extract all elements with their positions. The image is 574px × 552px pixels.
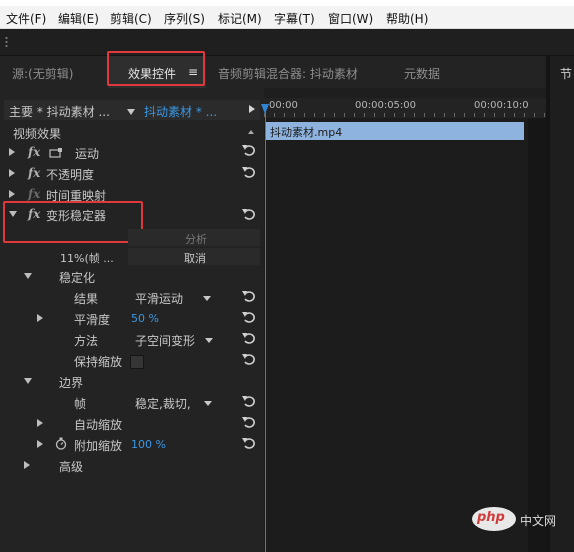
smoothness-value[interactable]: 50 % — [131, 312, 159, 325]
frame-label: 帧 — [74, 397, 87, 411]
scroll-up-icon[interactable] — [248, 130, 254, 134]
expand-auto-scale-icon[interactable] — [37, 419, 43, 427]
stabilization-group-label: 稳定化 — [59, 271, 96, 285]
effect-opacity-label[interactable]: 不透明度 — [46, 166, 94, 183]
reset-additional-scale-icon[interactable] — [241, 436, 257, 450]
expand-opacity-icon[interactable] — [9, 169, 15, 177]
menu-window[interactable]: 窗口(W) — [328, 10, 373, 27]
watermark-suffix: 中文网 — [520, 514, 557, 528]
analyze-button[interactable]: 分析 — [185, 231, 207, 247]
transform-icon — [49, 148, 62, 158]
additional-scale-value[interactable]: 100 % — [131, 438, 166, 451]
tab-right-partial[interactable]: 节 — [560, 65, 572, 82]
ruler-tick-5s: 00:00:05:00 — [355, 100, 417, 111]
borders-group-label: 边界 — [59, 376, 84, 390]
timeline-scroll-area[interactable] — [528, 118, 546, 552]
expand-timeline-icon[interactable] — [249, 105, 255, 113]
effect-timeline[interactable] — [264, 118, 546, 552]
fx-motion-icon[interactable]: fx — [28, 145, 40, 159]
playhead-handle[interactable] — [261, 104, 269, 114]
method-label: 方法 — [74, 334, 99, 348]
watermark-logo: php 中文网 — [470, 504, 574, 534]
menu-sequence[interactable]: 序列(S) — [164, 10, 205, 27]
chevron-down-icon[interactable] — [205, 338, 213, 343]
expand-advanced-icon[interactable] — [24, 461, 30, 469]
video-effects-heading: 视频效果 — [13, 127, 62, 141]
reset-opacity-icon[interactable] — [241, 165, 257, 179]
annotation-highlight-box — [3, 201, 143, 243]
frame-dropdown[interactable]: 稳定,裁切, — [135, 395, 191, 412]
result-dropdown[interactable]: 平滑运动 — [135, 290, 183, 307]
toolbar-strip — [0, 29, 574, 56]
timeline-clip-label: 抖动素材.mp4 — [270, 126, 343, 139]
cancel-button[interactable]: 取消 — [184, 250, 206, 266]
reset-warp-icon[interactable] — [241, 207, 257, 221]
right-panel — [550, 56, 574, 552]
tab-metadata[interactable]: 元数据 — [404, 65, 440, 82]
expand-motion-icon[interactable] — [9, 148, 15, 156]
fx-opacity-icon[interactable]: fx — [28, 166, 40, 180]
chevron-down-icon[interactable] — [204, 401, 212, 406]
menu-file[interactable]: 文件(F) — [6, 10, 46, 27]
master-clip-label[interactable]: 主要 * 抖动素材 ... — [9, 103, 110, 120]
reset-result-icon[interactable] — [241, 289, 257, 303]
menu-title[interactable]: 字幕(T) — [274, 10, 315, 27]
additional-scale-label: 附加缩放 — [74, 439, 123, 453]
chevron-down-icon[interactable] — [203, 296, 211, 301]
effect-motion-label[interactable]: 运动 — [75, 145, 99, 162]
ruler-tick-10s: 00:00:10:0 — [474, 100, 529, 111]
ruler-ticks — [264, 113, 546, 117]
collapse-stabilization-icon[interactable] — [24, 273, 32, 279]
ruler-tick-start: 00:00 — [269, 100, 298, 111]
reset-frame-icon[interactable] — [241, 394, 257, 408]
watermark-text: php — [477, 510, 505, 525]
chevron-down-icon[interactable] — [127, 109, 135, 115]
keep-scale-label: 保持缩放 — [74, 355, 123, 369]
collapse-borders-icon[interactable] — [24, 378, 32, 384]
panel-grip-handle[interactable] — [5, 36, 8, 48]
menu-clip[interactable]: 剪辑(C) — [110, 10, 152, 27]
reset-keep-scale-icon[interactable] — [241, 352, 257, 366]
method-dropdown[interactable]: 子空间变形 — [135, 332, 195, 349]
reset-method-icon[interactable] — [241, 331, 257, 345]
reset-auto-scale-icon[interactable] — [241, 415, 257, 429]
fx-time-remap-icon: fx — [28, 187, 41, 201]
advanced-group-label: 高级 — [59, 460, 84, 474]
reset-motion-icon[interactable] — [241, 143, 257, 157]
menu-bar: 文件(F) 编辑(E) 剪辑(C) 序列(S) 标记(M) 字幕(T) 窗口(W… — [0, 6, 574, 29]
auto-scale-label: 自动缩放 — [74, 418, 123, 432]
sequence-clip-label[interactable]: 抖动素材 * ... — [144, 103, 217, 120]
result-label: 结果 — [74, 292, 99, 306]
annotation-highlight-box — [107, 51, 205, 86]
analysis-progress: 11%(帧 ... — [60, 252, 114, 265]
menu-help[interactable]: 帮助(H) — [386, 10, 428, 27]
stopwatch-icon[interactable] — [55, 437, 67, 450]
reset-smoothness-icon[interactable] — [241, 310, 257, 324]
expand-time-remap-icon[interactable] — [9, 190, 15, 198]
playhead-line[interactable] — [265, 104, 266, 552]
expand-additional-scale-icon[interactable] — [37, 440, 43, 448]
expand-smoothness-icon[interactable] — [37, 314, 43, 322]
tab-audio-clip-mixer[interactable]: 音频剪辑混合器: 抖动素材 — [218, 65, 358, 82]
smoothness-label: 平滑度 — [74, 313, 111, 327]
menu-edit[interactable]: 编辑(E) — [58, 10, 99, 27]
tab-source[interactable]: 源:(无剪辑) — [12, 65, 73, 82]
menu-marker[interactable]: 标记(M) — [218, 10, 262, 27]
keep-scale-checkbox[interactable] — [130, 355, 144, 369]
